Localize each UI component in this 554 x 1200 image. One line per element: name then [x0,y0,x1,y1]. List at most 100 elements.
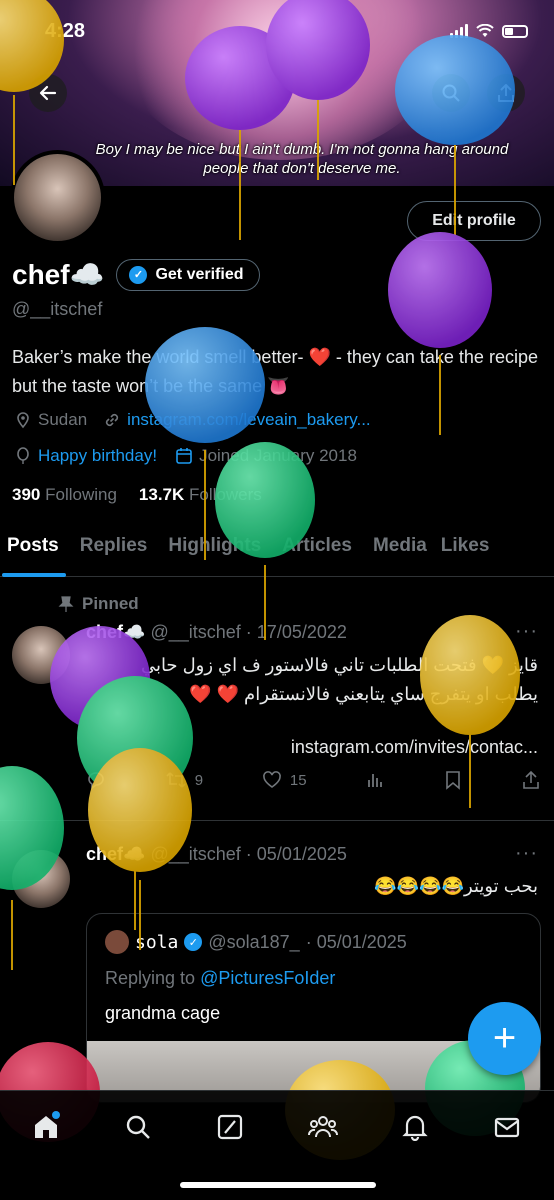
tab-media[interactable]: Media [366,525,434,576]
display-name: chef☁️ [12,258,104,291]
tab-likes[interactable]: Likes [434,525,497,576]
reply-action[interactable] [86,770,106,790]
nav-communities[interactable] [305,1109,341,1145]
search-icon [126,1115,150,1139]
tab-highlights[interactable]: Highlights [161,525,268,576]
profile-avatar[interactable] [10,150,105,245]
retweet-count: 9 [194,771,204,789]
post-header: chef☁️ @__itschef · 17/05/2022 [86,622,347,643]
pinned-text: Pinned [82,594,139,613]
like-count: 15 [289,771,307,789]
location-website-row: Sudan instagram.com/leveain_bakery... [14,410,371,430]
nav-messages[interactable] [489,1109,525,1145]
search-icon [442,84,460,102]
share-post-icon [523,770,539,789]
quoted-post[interactable]: sola ✓ @sola187_ · 05/01/2025 Replying t… [86,913,541,1103]
balloon-green-2 [77,676,193,930]
like-action[interactable]: 15 [262,770,307,790]
profile-bio: Baker’s make the world smell better- ❤️ … [12,347,538,396]
analytics-icon [368,774,383,787]
quote-date: · 05/01/2025 [305,931,407,952]
followers-count: 13.7K [138,485,185,504]
battery-icon [502,24,528,38]
post-avatar-2[interactable] [12,850,70,908]
back-button[interactable] [29,74,67,112]
more-options-icon-2[interactable]: ··· [515,842,538,865]
followers-label: Followers [189,485,262,504]
communities-icon [308,1116,338,1138]
compose-button[interactable]: + [468,1002,541,1075]
search-button[interactable] [432,74,470,112]
nav-notifications[interactable] [397,1109,433,1145]
replying-to-handle[interactable]: @PicturesFoIder [200,968,335,988]
birthday-text[interactable]: Happy birthday! [38,446,157,466]
nav-search[interactable] [120,1109,156,1145]
post-text-2: بحب تويتر😂😂😂😂 [374,876,538,896]
post-link[interactable]: instagram.com/invites/contac... [291,733,538,762]
replying-to-label: Replying to [105,968,196,988]
post-divider [0,820,554,821]
arrow-left-icon [39,85,57,101]
get-verified-label: Get verified [155,265,244,283]
post-author-name-2[interactable]: chef☁️ [86,844,145,864]
post-line-2: يطلب او يتفرج ساي يتابعني فالانستقرام ❤️… [189,684,538,704]
views-action[interactable] [365,770,385,790]
post-date-2: · 05/01/2025 [245,844,347,864]
banner-caption: Boy I may be nice but I ain't dumb. I'm … [95,141,509,177]
post-author-handle: @__itschef [150,622,241,642]
heart-icon [263,771,281,788]
following-label: Following [45,485,117,504]
bookmark-action[interactable] [444,770,462,790]
post-line-1: قايز 💛 فتحت الطلبات تاني فالاستور ف اي ز… [140,655,538,675]
quote-avatar [105,930,129,954]
tab-posts[interactable]: Posts [0,525,66,577]
follow-stats: 390 Following 13.7K Followers [12,485,262,505]
retweet-action[interactable]: 9 [165,770,203,790]
website-link[interactable]: instagram.com/leveain_bakery... [127,410,370,430]
quote-text: grandma cage [105,1003,221,1023]
post-author-name[interactable]: chef☁️ [86,622,145,642]
birthday-joined-row: Happy birthday! Joined January 2018 [14,446,357,466]
tab-articles[interactable]: Articles [275,525,359,576]
link-icon [106,413,119,427]
nav-home[interactable] [28,1109,64,1145]
post-actions: 9 15 [86,770,541,790]
edit-profile-button[interactable]: Edit profile [407,201,541,241]
display-name-text: chef [12,259,70,290]
quote-verified-badge-icon: ✓ [184,933,203,951]
status-time: 4:28 [45,20,86,42]
post-date: · 17/05/2022 [245,622,347,642]
profile-tabs: Posts Replies Highlights Articles Media … [0,525,554,577]
retweet-icon [166,772,186,788]
following-stat[interactable]: 390 Following [12,485,117,505]
get-verified-button[interactable]: ✓ Get verified [116,258,261,291]
status-icons [450,24,528,38]
location-text: Sudan [38,410,88,429]
joined-text: Joined January 2018 [199,446,357,465]
more-options-icon[interactable]: ··· [515,620,538,643]
replying-to: Replying to @PicturesFoIder [105,968,335,989]
share-action[interactable] [521,770,541,790]
messages-icon [494,1117,520,1138]
pin-icon [58,596,74,612]
balloon-purple-3 [388,232,492,435]
verified-badge-icon: ✓ [129,265,148,284]
wifi-icon [476,24,494,37]
name-row: chef☁️ ✓ Get verified [12,258,261,291]
post-avatar[interactable] [12,626,70,684]
bookmark-icon [446,771,460,790]
quote-header: sola ✓ @sola187_ · 05/01/2025 [105,930,407,954]
share-icon [498,84,514,102]
grok-icon [217,1114,243,1140]
calendar-icon [176,448,192,464]
reply-icon [88,772,104,790]
followers-stat[interactable]: 13.7K Followers [139,485,262,505]
profile-handle: @__itschef [12,299,103,319]
home-notification-dot [52,1111,60,1119]
notifications-icon [402,1115,428,1141]
share-button[interactable] [487,74,525,112]
post-header-2: chef☁️ @__itschef · 05/01/2025 [86,844,347,865]
nav-grok[interactable] [212,1109,248,1145]
cloud-emoji: ☁️ [69,259,105,290]
tab-replies[interactable]: Replies [73,525,155,576]
